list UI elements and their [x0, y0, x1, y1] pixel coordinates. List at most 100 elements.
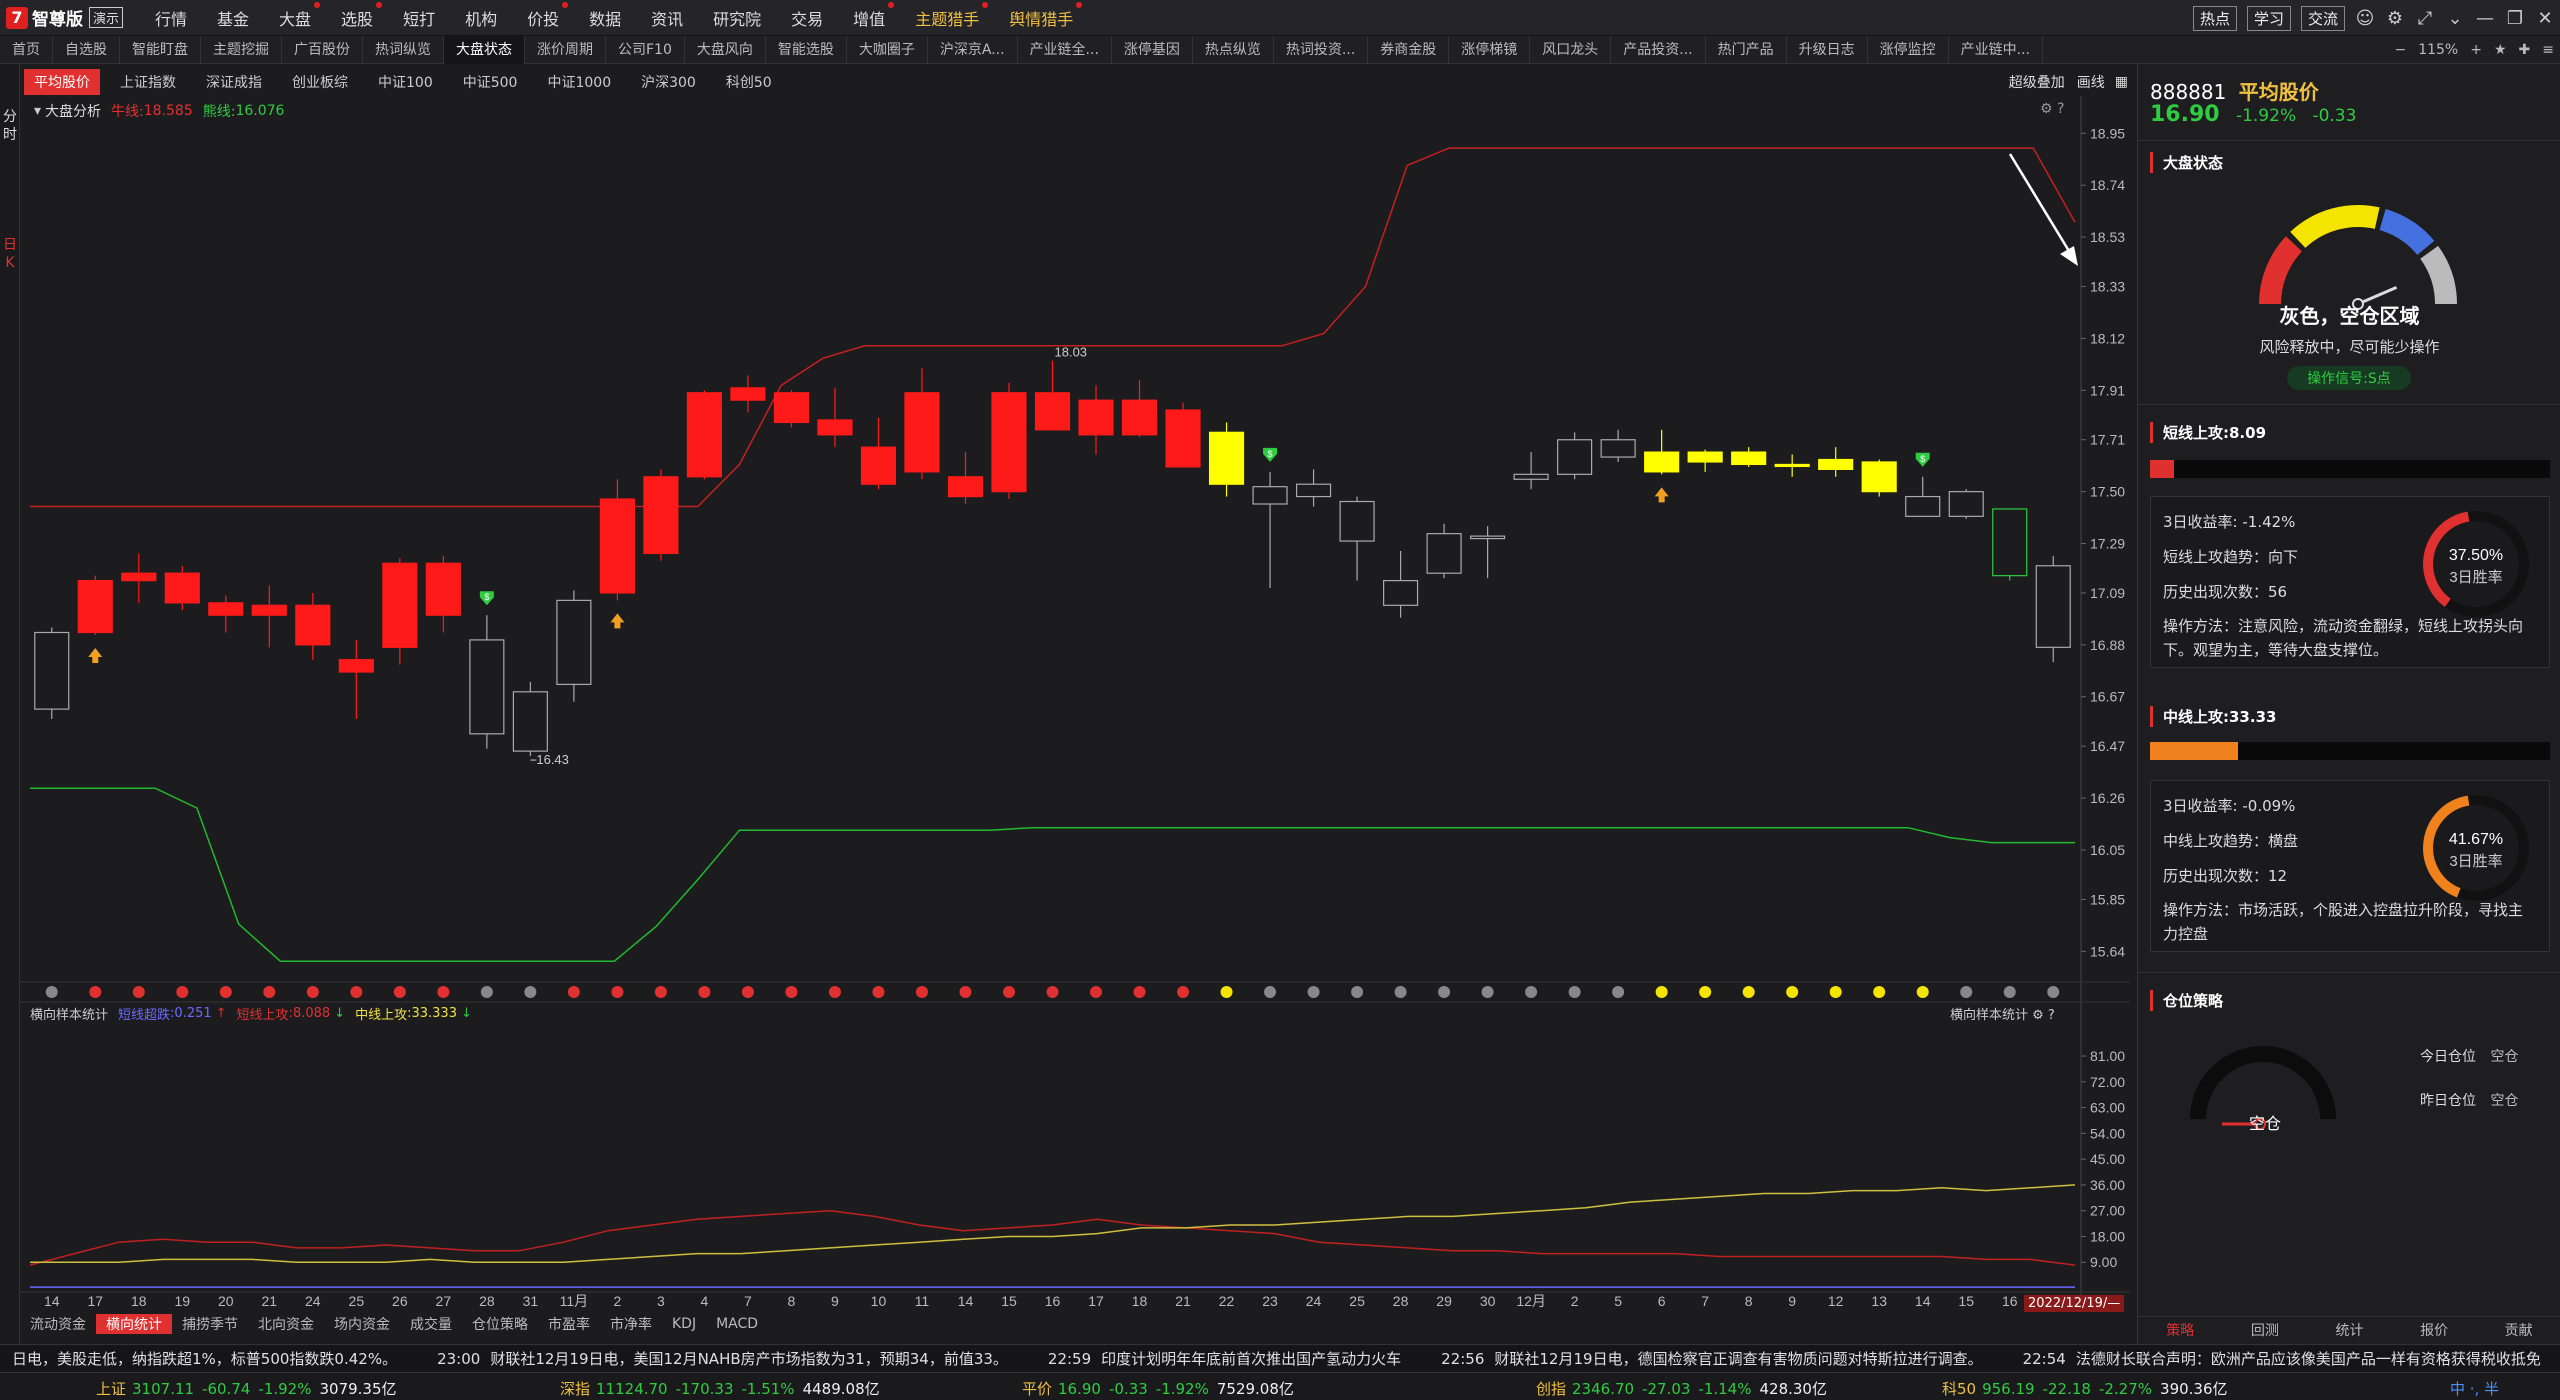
tab-19[interactable]: 风口龙头: [1530, 35, 1612, 64]
indicator-tab-10[interactable]: MACD: [706, 1316, 768, 1332]
nav-item-8[interactable]: 资讯: [636, 6, 698, 30]
candle[interactable]: [643, 469, 679, 561]
tab-4[interactable]: 广百股份: [282, 35, 363, 64]
star-icon[interactable]: ★: [2488, 42, 2513, 58]
chart-area[interactable]: 18.03 16.43 $ $ $ 18.95 18.74 18.53 18.33 18.12…: [20, 96, 2130, 1326]
indicator-tab-4[interactable]: 场内资金: [324, 1314, 400, 1334]
tab-20[interactable]: 产品投资...: [1611, 35, 1706, 64]
nav-item-2[interactable]: 大盘: [264, 1, 326, 30]
candle[interactable]: [1339, 496, 1375, 581]
nav-item-7[interactable]: 数据: [574, 6, 636, 30]
tab-3[interactable]: 主题挖掘: [201, 35, 282, 64]
layout-icon[interactable]: ▦: [2115, 74, 2128, 90]
tab-9[interactable]: 大盘风向: [685, 35, 766, 64]
close-icon[interactable]: ✕: [2530, 8, 2560, 29]
tab-13[interactable]: 产业链全...: [1018, 35, 1112, 64]
candle[interactable]: [730, 375, 766, 413]
candle[interactable]: [1600, 429, 1636, 462]
draw-line-button[interactable]: 画线: [2077, 72, 2105, 92]
indicator-tab-2[interactable]: 捕捞季节: [172, 1314, 248, 1334]
tab-16[interactable]: 热词投资...: [1274, 35, 1369, 64]
news-ticker[interactable]: 日电，美股走低，纳指跌超1%，标普500指数跌0.42%。 23:00 财联社12月…: [0, 1344, 2560, 1372]
candle[interactable]: [1687, 449, 1723, 472]
candle[interactable]: [556, 590, 592, 702]
candle[interactable]: [947, 452, 984, 504]
hotspot-button[interactable]: 热点: [2192, 5, 2237, 31]
candle[interactable]: [1165, 402, 1201, 468]
tab-23[interactable]: 涨停监控: [1868, 35, 1949, 64]
nav-item-13[interactable]: 舆情猎手: [994, 1, 1088, 30]
tab-list-icon[interactable]: ≡: [2536, 42, 2560, 58]
minimize-icon[interactable]: —: [2470, 8, 2500, 29]
candle[interactable]: [686, 390, 722, 480]
candle[interactable]: [1905, 476, 1941, 517]
right-tab-0[interactable]: 策略: [2138, 1320, 2223, 1340]
restore-icon[interactable]: ❐: [2500, 8, 2530, 29]
chevron-down-icon[interactable]: ⌄: [2440, 8, 2470, 29]
nav-item-11[interactable]: 增值: [838, 1, 900, 30]
right-tab-3[interactable]: 报价: [2392, 1320, 2477, 1340]
candle[interactable]: [1992, 508, 2028, 581]
nav-item-3[interactable]: 选股: [326, 1, 388, 30]
candle[interactable]: [817, 387, 853, 448]
right-tab-4[interactable]: 贡献: [2476, 1320, 2560, 1340]
tab-21[interactable]: 热门产品: [1706, 35, 1787, 64]
tab-0[interactable]: 首页: [0, 35, 53, 64]
tab-6[interactable]: 大盘状态: [444, 35, 525, 64]
nav-item-4[interactable]: 短打: [388, 6, 450, 30]
nav-item-10[interactable]: 交易: [776, 6, 838, 30]
tab-10[interactable]: 智能选股: [766, 35, 847, 64]
candle[interactable]: [425, 555, 461, 633]
candle[interactable]: [1426, 523, 1462, 579]
index-4[interactable]: 科50 956.19 -22.18 -2.27% 390.36亿: [1942, 1378, 2228, 1399]
indicator-tab-8[interactable]: 市净率: [600, 1314, 662, 1334]
tab-17[interactable]: 券商金股: [1368, 35, 1450, 64]
tab-22[interactable]: 升级日志: [1787, 35, 1868, 64]
candle[interactable]: [512, 681, 548, 757]
index-3[interactable]: 创指 2346.70 -27.03 -1.14% 428.30亿: [1536, 1378, 1827, 1399]
indicator-tab-5[interactable]: 成交量: [400, 1314, 462, 1334]
add-tab-icon[interactable]: ✚: [2513, 42, 2537, 58]
news-item[interactable]: 日电，美股走低，纳指跌超1%，标普500指数跌0.42%。: [12, 1350, 397, 1368]
tab-15[interactable]: 热点纵览: [1193, 35, 1274, 64]
ime-tray[interactable]: 中 ·, 半: [2450, 1378, 2499, 1399]
subtab-1[interactable]: 上证指数: [110, 69, 186, 95]
user-icon[interactable]: ☺: [2350, 8, 2380, 29]
nav-item-12[interactable]: 主题猎手: [900, 1, 994, 30]
candle[interactable]: [1513, 452, 1549, 490]
candle[interactable]: [1383, 550, 1419, 618]
daily-k-tab[interactable]: 日K: [2, 236, 18, 272]
subtab-4[interactable]: 中证100: [368, 69, 443, 95]
subtab-0[interactable]: 平均股价: [24, 69, 100, 95]
candle[interactable]: [1252, 471, 1288, 589]
candle[interactable]: [599, 479, 635, 601]
candle[interactable]: [208, 595, 244, 633]
candle[interactable]: [904, 368, 940, 480]
tab-2[interactable]: 智能盯盘: [120, 35, 201, 64]
exchange-button[interactable]: 交流: [2300, 5, 2345, 31]
tab-7[interactable]: 涨价周期: [525, 35, 606, 64]
right-tab-1[interactable]: 回测: [2223, 1320, 2308, 1340]
candle[interactable]: [1644, 429, 1680, 475]
candle[interactable]: [338, 639, 374, 719]
candle[interactable]: [382, 558, 418, 665]
tab-5[interactable]: 热词纵览: [363, 35, 444, 64]
candle[interactable]: [1557, 432, 1593, 480]
tab-12[interactable]: 沪深京A...: [928, 35, 1018, 64]
subtab-3[interactable]: 创业板综: [282, 69, 358, 95]
candle[interactable]: [860, 417, 897, 490]
candle[interactable]: [2035, 555, 2071, 663]
candle[interactable]: [469, 615, 505, 749]
candle[interactable]: [1208, 422, 1245, 497]
candle[interactable]: [1034, 360, 1071, 431]
index-2[interactable]: 平价 16.90 -0.33 -1.92% 7529.08亿: [1022, 1378, 1294, 1399]
candle[interactable]: [1731, 447, 1767, 467]
candle[interactable]: [34, 627, 70, 719]
subtab-6[interactable]: 中证1000: [537, 69, 621, 95]
tab-14[interactable]: 涨停基因: [1112, 35, 1193, 64]
indicator-tab-6[interactable]: 仓位策略: [462, 1314, 538, 1334]
tab-24[interactable]: 产业链中...: [1949, 35, 2043, 64]
candle[interactable]: [1121, 380, 1158, 438]
candle[interactable]: [1861, 459, 1897, 497]
candle[interactable]: [991, 382, 1027, 500]
